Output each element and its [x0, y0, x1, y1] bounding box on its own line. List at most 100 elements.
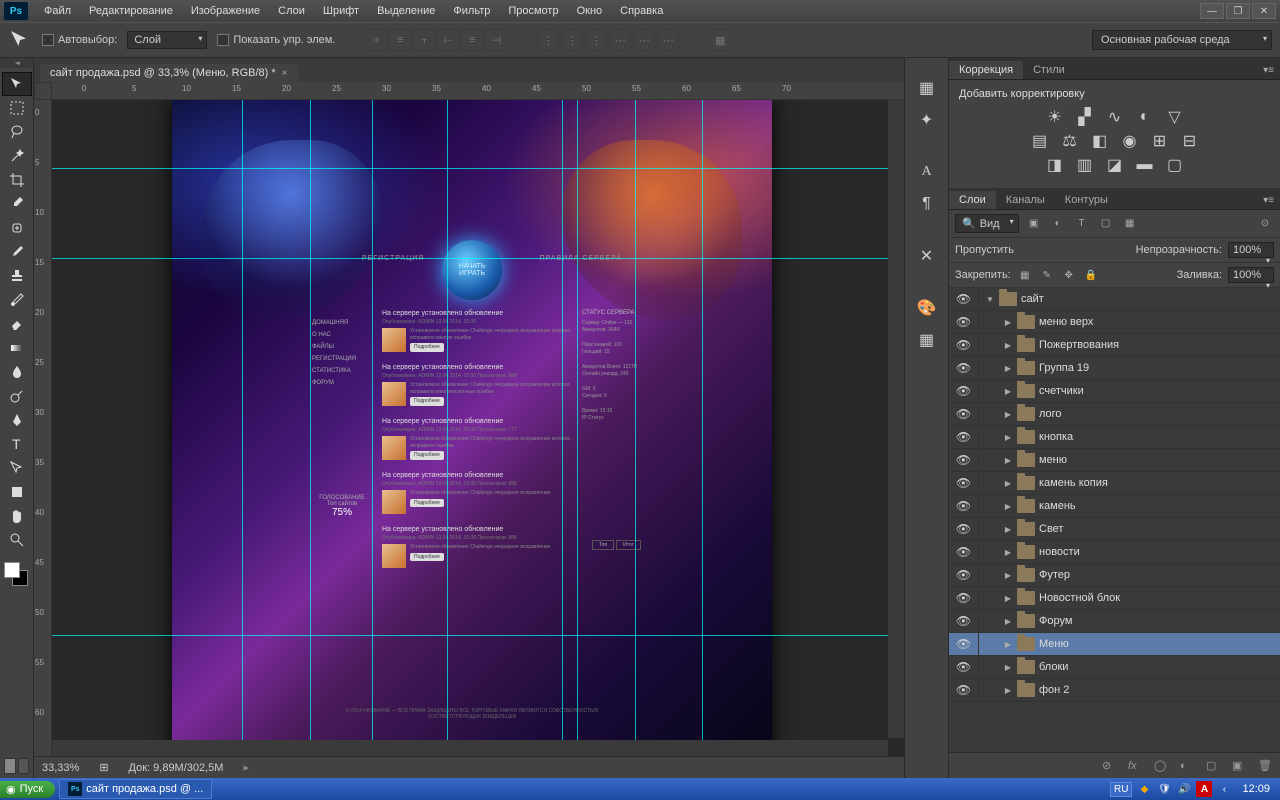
layer-row[interactable]: 👁▶камень копия: [949, 472, 1280, 495]
menu-Шрифт[interactable]: Шрифт: [315, 3, 367, 19]
distribute-icon[interactable]: ⋮: [561, 29, 583, 51]
menu-Просмотр[interactable]: Просмотр: [500, 3, 566, 19]
tray-icon[interactable]: 🛡: [1156, 781, 1172, 797]
guide[interactable]: [310, 100, 311, 756]
menu-Редактирование[interactable]: Редактирование: [81, 3, 181, 19]
opacity-field[interactable]: 100%: [1228, 242, 1274, 258]
toolbox-collapse-handle[interactable]: [0, 58, 33, 68]
stamp-tool[interactable]: [2, 264, 32, 288]
disclosure-icon[interactable]: ▶: [1003, 617, 1013, 626]
adjustment-layer-icon[interactable]: ◐: [1180, 760, 1196, 772]
clock[interactable]: 12:09: [1236, 783, 1276, 795]
layer-name[interactable]: камень: [1039, 500, 1076, 512]
volume-icon[interactable]: 🔊: [1176, 781, 1192, 797]
maximize-button[interactable]: ❐: [1226, 3, 1250, 19]
lock-transparent-icon[interactable]: ▦: [1017, 268, 1033, 282]
guide[interactable]: [562, 100, 563, 756]
ruler-origin[interactable]: [34, 82, 52, 100]
visibility-icon[interactable]: 👁: [949, 311, 979, 333]
posterize-icon[interactable]: ▥: [1075, 156, 1095, 174]
disclosure-icon[interactable]: ▶: [1003, 594, 1013, 603]
brushes-panel-icon[interactable]: ✦: [913, 108, 941, 132]
guide[interactable]: [702, 100, 703, 756]
align-hcenter-icon[interactable]: ≡: [461, 29, 483, 51]
photo-filter-icon[interactable]: ◉: [1120, 132, 1140, 150]
guide[interactable]: [372, 100, 373, 756]
mask-icon[interactable]: ◯: [1154, 759, 1170, 772]
layer-row[interactable]: 👁▶кнопка: [949, 426, 1280, 449]
visibility-icon[interactable]: 👁: [949, 679, 979, 701]
path-select-tool[interactable]: [2, 456, 32, 480]
visibility-icon[interactable]: 👁: [949, 564, 979, 586]
minimize-button[interactable]: —: [1200, 3, 1224, 19]
align-bottom-icon[interactable]: ⫟: [413, 29, 435, 51]
lock-pixels-icon[interactable]: ✎: [1039, 268, 1055, 282]
hue-icon[interactable]: ▤: [1030, 132, 1050, 150]
zoom-tool[interactable]: [2, 528, 32, 552]
layer-row[interactable]: 👁▶лого: [949, 403, 1280, 426]
disclosure-icon[interactable]: ▶: [1003, 640, 1013, 649]
layer-row[interactable]: 👁▶Форум: [949, 610, 1280, 633]
marquee-tool[interactable]: [2, 96, 32, 120]
disclosure-icon[interactable]: ▶: [1003, 387, 1013, 396]
layer-name[interactable]: Новостной блок: [1039, 592, 1120, 604]
panel-menu-icon[interactable]: ▾≡: [1257, 192, 1280, 209]
move-tool[interactable]: [2, 72, 32, 96]
layer-row[interactable]: 👁 ▶ меню верх: [949, 311, 1280, 334]
doc-size-icon[interactable]: ⊞: [99, 761, 108, 774]
layer-row[interactable]: 👁▶Свет: [949, 518, 1280, 541]
color-swatches[interactable]: [0, 558, 33, 598]
visibility-icon[interactable]: 👁: [949, 495, 979, 517]
start-button[interactable]: ◉ Пуск: [0, 781, 55, 798]
exposure-icon[interactable]: ◐: [1135, 108, 1155, 126]
disclosure-icon[interactable]: ▶: [1003, 318, 1013, 327]
layer-name[interactable]: меню: [1039, 454, 1067, 466]
healing-tool[interactable]: [2, 216, 32, 240]
layer-row[interactable]: 👁 ▶ камень: [949, 495, 1280, 518]
visibility-icon[interactable]: 👁: [949, 541, 979, 563]
filter-toggle-icon[interactable]: ⊙: [1256, 216, 1274, 232]
link-layers-icon[interactable]: ⊘: [1102, 759, 1118, 772]
layer-name[interactable]: счетчики: [1039, 385, 1084, 397]
layer-row[interactable]: 👁▶меню: [949, 449, 1280, 472]
visibility-icon[interactable]: 👁: [949, 380, 979, 402]
guide[interactable]: [635, 100, 636, 756]
move-tool-icon[interactable]: [8, 30, 32, 50]
layer-name[interactable]: сайт: [1021, 293, 1044, 305]
character-panel-icon[interactable]: A: [913, 160, 941, 184]
disclosure-icon[interactable]: ▶: [1003, 663, 1013, 672]
menu-Фильтр[interactable]: Фильтр: [445, 3, 498, 19]
layer-name[interactable]: камень копия: [1039, 477, 1108, 489]
tab-close-icon[interactable]: ×: [282, 68, 288, 79]
visibility-icon[interactable]: 👁: [949, 288, 979, 310]
layer-name[interactable]: блоки: [1039, 661, 1068, 673]
fx-icon[interactable]: fx: [1128, 760, 1144, 772]
language-indicator[interactable]: RU: [1110, 782, 1132, 797]
disclosure-icon[interactable]: ▶: [1003, 502, 1013, 511]
eyedropper-tool[interactable]: [2, 192, 32, 216]
tray-expand-icon[interactable]: ‹: [1216, 781, 1232, 797]
eraser-tool[interactable]: [2, 312, 32, 336]
workspace-dropdown[interactable]: Основная рабочая среда: [1092, 30, 1272, 50]
show-transform-checkbox[interactable]: Показать упр. элем.: [217, 34, 335, 46]
canvas-viewport[interactable]: НАЧАТЬИГРАТЬ РЕГИСТРАЦИЯ ПРАВИЛА СЕРВЕРА…: [52, 100, 904, 756]
screenmode-icon[interactable]: [18, 758, 30, 774]
disclosure-icon[interactable]: ▶: [1003, 456, 1013, 465]
tab-paths[interactable]: Контуры: [1055, 191, 1118, 209]
visibility-icon[interactable]: 👁: [949, 587, 979, 609]
document-tab[interactable]: сайт продажа.psd @ 33,3% (Меню, RGB/8) *…: [40, 64, 298, 82]
layer-row[interactable]: 👁▶Пожертвования: [949, 334, 1280, 357]
layer-row[interactable]: 👁▶новости: [949, 541, 1280, 564]
distribute-icon[interactable]: ⋮: [585, 29, 607, 51]
layer-name[interactable]: новости: [1039, 546, 1080, 558]
dodge-tool[interactable]: [2, 384, 32, 408]
visibility-icon[interactable]: 👁: [949, 426, 979, 448]
visibility-icon[interactable]: 👁: [949, 357, 979, 379]
blend-mode-dropdown[interactable]: Пропустить: [955, 244, 1130, 256]
distribute-icon[interactable]: ⋯: [609, 29, 631, 51]
visibility-icon[interactable]: 👁: [949, 656, 979, 678]
brush-tool[interactable]: [2, 240, 32, 264]
layer-name[interactable]: меню верх: [1039, 316, 1093, 328]
mixer-icon[interactable]: ⊞: [1150, 132, 1170, 150]
autoselect-mode-dropdown[interactable]: Слой: [127, 31, 207, 49]
